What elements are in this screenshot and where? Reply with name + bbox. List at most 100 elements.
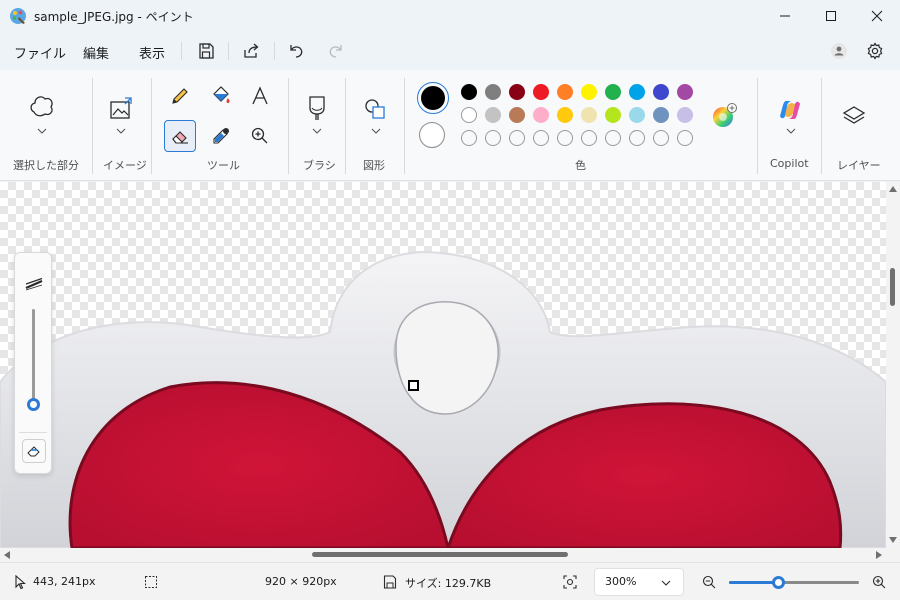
palette-swatch[interactable] <box>557 84 573 100</box>
image-button[interactable] <box>108 96 134 122</box>
ribbon-divider <box>345 78 346 174</box>
menu-file[interactable]: ファイル <box>14 43 66 62</box>
palette-swatch[interactable] <box>605 107 621 123</box>
secondary-color-swatch <box>421 124 443 146</box>
palette-swatch[interactable] <box>533 84 549 100</box>
minimize-button[interactable] <box>762 0 808 32</box>
zoom-in-icon[interactable] <box>871 574 887 590</box>
vertical-scrollbar[interactable] <box>886 182 900 548</box>
group-label-tools: ツール <box>207 159 240 172</box>
shapes-button[interactable] <box>362 96 388 122</box>
palette-swatch[interactable] <box>629 107 645 123</box>
palette-swatch[interactable] <box>509 107 525 123</box>
selection-size-icon <box>145 576 157 588</box>
window-title: sample_JPEG.jpg - ペイント <box>34 10 194 24</box>
palette-swatch[interactable] <box>485 107 501 123</box>
horizontal-scrollbar[interactable] <box>0 548 900 562</box>
save-icon <box>199 43 214 59</box>
palette-swatch[interactable] <box>653 84 669 100</box>
zoom-out-icon[interactable] <box>701 574 717 590</box>
chevron-down-icon[interactable] <box>116 128 126 134</box>
pencil-tool[interactable] <box>169 85 191 107</box>
custom-color-slot[interactable] <box>461 130 477 146</box>
primary-color-button[interactable] <box>417 82 449 114</box>
selection-button[interactable] <box>28 92 56 120</box>
close-icon <box>871 10 883 22</box>
redo-button[interactable] <box>326 41 346 61</box>
primary-color-swatch <box>421 86 445 110</box>
zoom-slider[interactable] <box>729 576 859 589</box>
horizontal-scroll-thumb[interactable] <box>312 552 568 557</box>
image-icon <box>110 97 132 119</box>
custom-color-slot[interactable] <box>629 130 645 146</box>
scroll-up-icon[interactable] <box>889 186 897 192</box>
color-picker-tool[interactable] <box>210 125 232 147</box>
palette-swatch[interactable] <box>533 107 549 123</box>
copilot-button[interactable] <box>778 98 802 122</box>
text-tool[interactable] <box>249 85 271 107</box>
palette-swatch[interactable] <box>605 84 621 100</box>
brush-size-thumb[interactable] <box>27 398 40 411</box>
zoom-slider-thumb[interactable] <box>772 576 786 589</box>
palette-swatch[interactable] <box>581 107 597 123</box>
custom-color-slot[interactable] <box>485 130 501 146</box>
undo-icon <box>290 45 303 58</box>
color-wheel-icon <box>713 103 737 127</box>
eraser-tool[interactable] <box>164 120 196 152</box>
title-bar: sample_JPEG.jpg - ペイント <box>0 0 900 32</box>
palette-swatch[interactable] <box>629 84 645 100</box>
ribbon-divider <box>92 78 93 174</box>
palette-swatch[interactable] <box>677 84 693 100</box>
custom-color-slot[interactable] <box>677 130 693 146</box>
file-size-icon <box>383 575 397 589</box>
fit-to-window-icon[interactable] <box>562 574 578 590</box>
fill-tool[interactable] <box>210 85 232 107</box>
zoom-dropdown[interactable]: 300% <box>594 568 684 596</box>
maximize-button[interactable] <box>808 0 854 32</box>
chevron-down-icon[interactable] <box>37 128 47 134</box>
eraser-mode-button[interactable] <box>22 439 46 463</box>
custom-color-slot[interactable] <box>509 130 525 146</box>
layers-button[interactable] <box>842 104 866 128</box>
cursor-position: 443, 241px <box>33 575 96 588</box>
pencil-icon <box>172 88 188 104</box>
chevron-down-icon[interactable] <box>786 128 796 134</box>
custom-color-slot[interactable] <box>581 130 597 146</box>
drawing-canvas[interactable] <box>0 182 886 548</box>
scroll-down-icon[interactable] <box>889 537 897 543</box>
scroll-left-icon[interactable] <box>4 551 10 559</box>
canvas-size: 920 × 920px <box>265 575 337 588</box>
menu-bar: ファイル 編集 表示 <box>0 32 900 70</box>
palette-swatch[interactable] <box>581 84 597 100</box>
save-button[interactable] <box>196 41 216 61</box>
close-button[interactable] <box>854 0 900 32</box>
chevron-down-icon[interactable] <box>371 128 381 134</box>
palette-swatch[interactable] <box>557 107 573 123</box>
palette-swatch[interactable] <box>509 84 525 100</box>
menu-edit[interactable]: 編集 <box>83 43 109 62</box>
palette-swatch[interactable] <box>677 107 693 123</box>
palette-swatch[interactable] <box>461 107 477 123</box>
palette-swatch[interactable] <box>461 84 477 100</box>
custom-color-slot[interactable] <box>533 130 549 146</box>
copilot-icon <box>780 101 800 119</box>
undo-button[interactable] <box>286 41 306 61</box>
palette-swatch[interactable] <box>485 84 501 100</box>
custom-color-slot[interactable] <box>605 130 621 146</box>
brush-button[interactable] <box>305 94 329 122</box>
settings-button[interactable] <box>865 41 885 61</box>
custom-color-slot[interactable] <box>653 130 669 146</box>
magnifier-tool[interactable] <box>249 125 271 147</box>
group-label-shapes: 図形 <box>363 159 385 172</box>
vertical-scroll-thumb[interactable] <box>890 268 895 306</box>
palette-swatch[interactable] <box>653 107 669 123</box>
secondary-color-button[interactable] <box>419 122 445 148</box>
edit-colors-button[interactable] <box>711 103 737 129</box>
share-button[interactable] <box>241 41 261 61</box>
custom-color-slot[interactable] <box>557 130 573 146</box>
menu-view[interactable]: 表示 <box>139 43 165 62</box>
scroll-right-icon[interactable] <box>876 551 882 559</box>
account-button[interactable] <box>829 41 849 61</box>
chevron-down-icon[interactable] <box>312 128 322 134</box>
brush-size-track[interactable] <box>27 309 40 411</box>
